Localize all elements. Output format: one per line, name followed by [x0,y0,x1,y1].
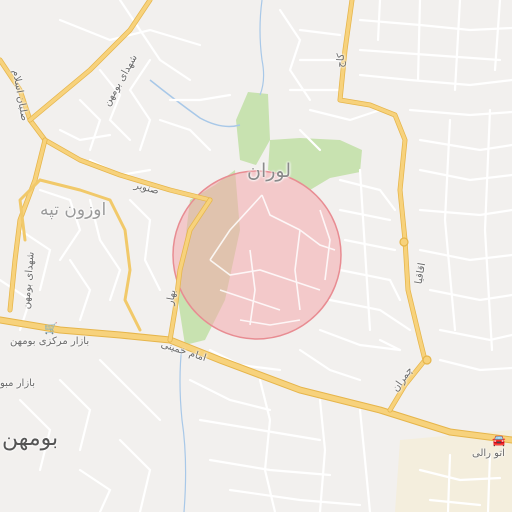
road-label-kaj: کاج [335,53,347,68]
place-label-boumehen[interactable]: بومهن [2,426,58,451]
poi-label-auto-gallery[interactable]: اتو رالی [472,448,505,459]
map-canvas[interactable] [0,0,512,512]
shopping-cart-icon[interactable]: 🛒 [44,322,58,335]
map-view[interactable]: لوران اوزون تپه بومهن شهدای بومهن صلبان … [0,0,512,512]
place-label-ozoun-tappeh[interactable]: اوزون تپه [40,200,106,220]
car-icon[interactable]: 🚘 [492,434,506,447]
poi-label-bazaar-markazi[interactable]: بازار مرکزی بومهن [10,336,89,347]
place-label-lavaran[interactable]: لوران [247,160,291,182]
roundabout-east [399,237,409,247]
roundabout-south-east [422,355,432,365]
poi-label-bazaar-left[interactable]: بازار مبو [0,378,35,389]
